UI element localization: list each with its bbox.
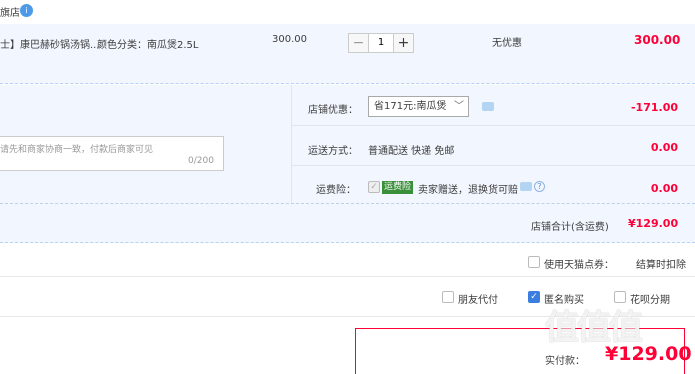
final-payment-label: 实付款：: [545, 356, 585, 367]
divider: [291, 125, 695, 126]
comment-icon[interactable]: [520, 182, 532, 191]
buyer-memo-placeholder: 请先和商家协商一致，付款后商家可见: [0, 145, 154, 155]
friend-pay-label: 朋友代付: [458, 295, 498, 306]
tmall-points-checkbox[interactable]: [528, 256, 540, 268]
shop-name[interactable]: 旗店: [0, 4, 20, 19]
item-subtotal: 300.00: [634, 33, 681, 47]
chevron-down-icon: ﹀: [454, 101, 464, 112]
comment-icon[interactable]: [482, 102, 494, 111]
insurance-checkbox[interactable]: ✓: [368, 181, 380, 193]
shop-header: [0, 0, 695, 24]
shop-discount-amount: -171.00: [630, 101, 678, 114]
divider: [0, 276, 695, 277]
quantity-stepper: − 1 +: [348, 33, 414, 53]
insurance-tag: 运费险: [382, 181, 414, 194]
shop-total-label: 店铺合计(含运费): [531, 222, 609, 233]
site-watermark: 值值值: [545, 308, 643, 348]
divider: [291, 85, 292, 203]
shipping-amount: 0.00: [650, 141, 678, 154]
shop-discount-selected: 省171元:南瓜煲: [374, 101, 447, 112]
item-spec: 颜色分类：南瓜煲2.5L: [97, 40, 199, 51]
anonymous-checkbox[interactable]: ✓: [528, 291, 540, 303]
tmall-points-label: 使用天猫点券：: [544, 260, 614, 271]
insurance-amount: 0.00: [650, 182, 678, 195]
tmall-points-note: 结算时扣除: [636, 260, 686, 271]
item-promo: 无优惠: [492, 38, 522, 49]
shop-discount-label: 店铺优惠：: [308, 105, 358, 116]
shipping-value: 普通配送 快递 免邮: [368, 146, 455, 157]
friend-pay-checkbox[interactable]: [442, 291, 454, 303]
shop-discount-select[interactable]: 省171元:南瓜煲 ﹀: [368, 96, 469, 117]
buyer-memo-counter: 0/200: [188, 156, 214, 166]
item-title-link[interactable]: 士】康巴赫砂锅汤锅...: [0, 36, 100, 51]
help-icon[interactable]: ?: [534, 181, 545, 192]
shop-total-amount: ¥129.00: [628, 217, 679, 230]
shipping-label: 运送方式：: [308, 146, 358, 157]
insurance-text: 卖家赠送，退换货可赔: [418, 185, 518, 196]
insurance-label: 运费险：: [316, 185, 356, 196]
quantity-minus-button[interactable]: −: [348, 33, 369, 53]
quantity-plus-button[interactable]: +: [393, 33, 414, 53]
wangwang-chat-icon[interactable]: i: [20, 4, 33, 17]
item-unit-price: 300.00: [272, 34, 307, 45]
quantity-input[interactable]: 1: [369, 33, 393, 53]
divider: [291, 165, 695, 166]
